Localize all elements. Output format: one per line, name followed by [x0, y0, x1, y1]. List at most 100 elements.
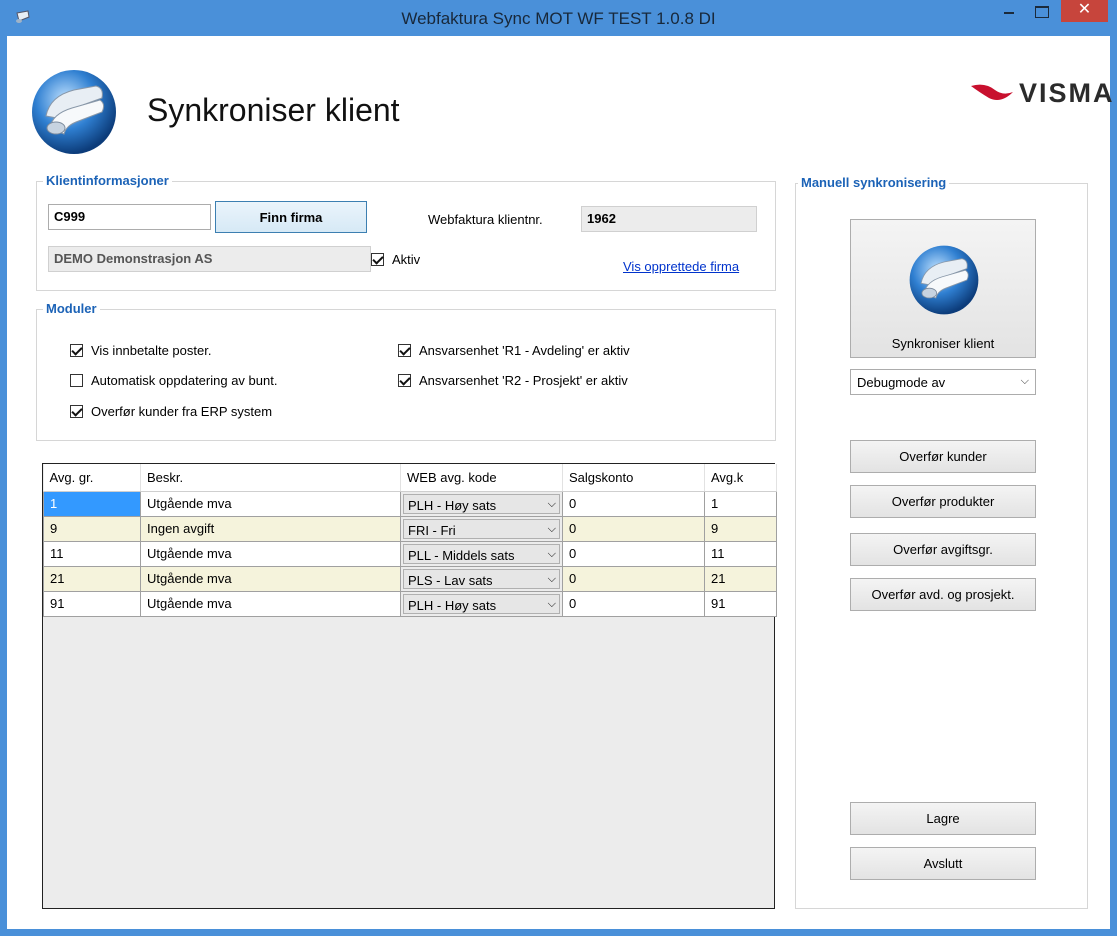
module-option[interactable]: Ansvarsenhet 'R1 - Avdeling' er aktiv: [398, 343, 630, 358]
webfaktura-number-field: 1962: [581, 206, 757, 232]
module-checkbox-box[interactable]: [70, 344, 83, 357]
table-row[interactable]: 11 Utgående mva PLL - Middels sats ⌵ 0 11: [43, 540, 777, 567]
module-option[interactable]: Ansvarsenhet 'R2 - Prosjekt' er aktiv: [398, 373, 628, 388]
debug-mode-select[interactable]: Debugmode av ⌵: [850, 369, 1036, 395]
chevron-down-icon[interactable]: ⌵: [548, 573, 556, 586]
module-option-label: Automatisk oppdatering av bunt.: [91, 373, 278, 388]
cell-salgskonto[interactable]: 0: [562, 540, 705, 567]
client-code-input[interactable]: C999: [48, 204, 211, 230]
column-header[interactable]: WEB avg. kode: [400, 464, 563, 492]
column-header[interactable]: Salgskonto: [562, 464, 705, 492]
webfaktura-label: Webfaktura klientnr.: [428, 212, 543, 227]
sync-client-label: Synkroniser klient: [891, 336, 995, 351]
sync-logo-icon: [32, 70, 116, 154]
tax-group-table: Avg. gr. Beskr. WEB avg. kode Salgskonto…: [43, 464, 777, 617]
web-kode-value: FRI - Fri: [408, 522, 456, 538]
transfer-tax-groups-button[interactable]: Overfør avgiftsgr.: [850, 533, 1036, 566]
cell-avgk[interactable]: 21: [704, 565, 777, 592]
chevron-down-icon[interactable]: ⌵: [1021, 375, 1029, 388]
cell-avg-gr[interactable]: 9: [43, 515, 141, 542]
module-checkbox-box[interactable]: [70, 374, 83, 387]
sync-client-button[interactable]: Synkroniser klient: [850, 219, 1036, 358]
cell-web-kode[interactable]: PLS - Lav sats ⌵: [400, 565, 563, 592]
cell-avg-gr[interactable]: 1: [43, 490, 141, 517]
cell-salgskonto[interactable]: 0: [562, 490, 705, 517]
klient-group: Klientinformasjoner: [36, 173, 776, 291]
cell-avgk[interactable]: 9: [704, 515, 777, 542]
web-kode-dropdown[interactable]: PLS - Lav sats ⌵: [403, 568, 560, 589]
cell-salgskonto[interactable]: 0: [562, 515, 705, 542]
visma-swoosh-icon: [971, 84, 1013, 100]
module-option[interactable]: Overfør kunder fra ERP system: [70, 404, 272, 419]
cell-web-kode[interactable]: PLH - Høy sats ⌵: [400, 590, 563, 617]
web-kode-dropdown[interactable]: PLL - Middels sats ⌵: [403, 543, 560, 564]
sync-icon: [909, 245, 979, 315]
cell-web-kode[interactable]: FRI - Fri ⌵: [400, 515, 563, 542]
cell-avg-gr[interactable]: 91: [43, 590, 141, 617]
debug-mode-value: Debugmode av: [857, 375, 946, 390]
klient-legend: Klientinformasjoner: [43, 173, 172, 188]
transfer-departments-projects-button[interactable]: Overfør avd. og prosjekt.: [850, 578, 1036, 611]
window-title: Webfaktura Sync MOT WF TEST 1.0.8 DI: [401, 9, 716, 28]
cell-avg-gr[interactable]: 21: [43, 565, 141, 592]
web-kode-value: PLS - Lav sats: [408, 572, 493, 588]
find-company-button[interactable]: Finn firma: [215, 201, 367, 233]
aktiv-checkbox[interactable]: Aktiv: [371, 252, 420, 267]
chevron-down-icon[interactable]: ⌵: [548, 548, 556, 561]
web-kode-dropdown[interactable]: PLH - Høy sats ⌵: [403, 593, 560, 614]
minimize-button[interactable]: [994, 0, 1024, 22]
column-header[interactable]: Beskr.: [140, 464, 401, 492]
cell-avg-gr[interactable]: 11: [43, 540, 141, 567]
cell-web-kode[interactable]: PLH - Høy sats ⌵: [400, 490, 563, 517]
column-header[interactable]: Avg.k: [704, 464, 777, 492]
visma-wordmark: VISMA: [1019, 77, 1115, 108]
module-option-label: Ansvarsenhet 'R1 - Avdeling' er aktiv: [419, 343, 630, 358]
module-checkbox-box[interactable]: [398, 374, 411, 387]
table-row[interactable]: 91 Utgående mva PLH - Høy sats ⌵ 0 91: [43, 590, 777, 617]
chevron-down-icon[interactable]: ⌵: [548, 598, 556, 611]
chevron-down-icon[interactable]: ⌵: [548, 498, 556, 511]
show-created-companies-link[interactable]: Vis opprettede firma: [623, 259, 739, 274]
cell-beskr[interactable]: Utgående mva: [140, 590, 401, 617]
cell-beskr[interactable]: Ingen avgift: [140, 515, 401, 542]
module-option[interactable]: Vis innbetalte poster.: [70, 343, 211, 358]
table-row[interactable]: 9 Ingen avgift FRI - Fri ⌵ 0 9: [43, 515, 777, 542]
aktiv-label: Aktiv: [392, 252, 421, 267]
cell-web-kode[interactable]: PLL - Middels sats ⌵: [400, 540, 563, 567]
cell-beskr[interactable]: Utgående mva: [140, 490, 401, 517]
grid-header-row: Avg. gr. Beskr. WEB avg. kode Salgskonto…: [43, 464, 777, 492]
cell-beskr[interactable]: Utgående mva: [140, 540, 401, 567]
module-option-label: Ansvarsenhet 'R2 - Prosjekt' er aktiv: [419, 373, 628, 388]
cell-salgskonto[interactable]: 0: [562, 590, 705, 617]
close-button[interactable]: ✕: [1061, 0, 1108, 22]
cell-avgk[interactable]: 11: [704, 540, 777, 567]
chevron-down-icon[interactable]: ⌵: [548, 523, 556, 536]
tax-group-grid[interactable]: Avg. gr. Beskr. WEB avg. kode Salgskonto…: [42, 463, 777, 909]
exit-button[interactable]: Avslutt: [850, 847, 1036, 880]
moduler-legend: Moduler: [43, 301, 100, 316]
cell-avgk[interactable]: 91: [704, 590, 777, 617]
cell-beskr[interactable]: Utgående mva: [140, 565, 401, 592]
company-name-field: DEMO Demonstrasjon AS: [48, 246, 371, 272]
aktiv-checkbox-box[interactable]: [371, 253, 384, 266]
title-bar[interactable]: Webfaktura Sync MOT WF TEST 1.0.8 DI ✕: [0, 0, 1117, 36]
web-kode-value: PLH - Høy sats: [408, 597, 497, 613]
app-window: Webfaktura Sync MOT WF TEST 1.0.8 DI ✕ S…: [0, 0, 1117, 936]
transfer-products-button[interactable]: Overfør produkter: [850, 485, 1036, 518]
module-checkbox-box[interactable]: [398, 344, 411, 357]
web-kode-dropdown[interactable]: PLH - Høy sats ⌵: [403, 493, 560, 514]
page-title: Synkroniser klient: [147, 92, 400, 128]
web-kode-value: PLH - Høy sats: [408, 497, 497, 513]
table-row[interactable]: 1 Utgående mva PLH - Høy sats ⌵ 0 1: [43, 490, 777, 517]
column-header[interactable]: Avg. gr.: [43, 464, 141, 492]
manual-sync-legend: Manuell synkronisering: [798, 175, 950, 190]
save-button[interactable]: Lagre: [850, 802, 1036, 835]
cell-avgk[interactable]: 1: [704, 490, 777, 517]
transfer-customers-button[interactable]: Overfør kunder: [850, 440, 1036, 473]
module-option[interactable]: Automatisk oppdatering av bunt.: [70, 373, 277, 388]
cell-salgskonto[interactable]: 0: [562, 565, 705, 592]
maximize-button[interactable]: [1026, 0, 1056, 22]
web-kode-dropdown[interactable]: FRI - Fri ⌵: [403, 518, 560, 539]
module-checkbox-box[interactable]: [70, 405, 83, 418]
table-row[interactable]: 21 Utgående mva PLS - Lav sats ⌵ 0 21: [43, 565, 777, 592]
